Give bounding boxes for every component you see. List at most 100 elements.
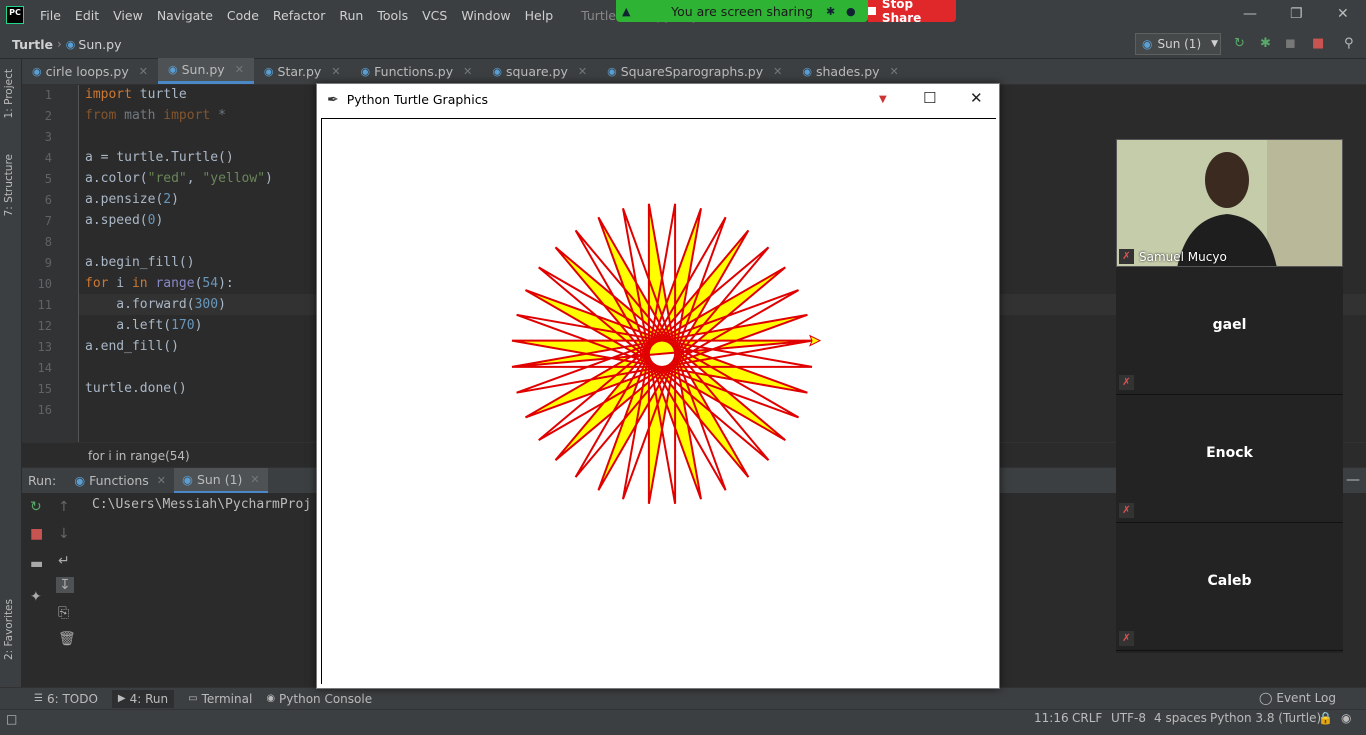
bottom-tool-button[interactable]: ▭ Terminal xyxy=(188,690,252,708)
bottom-tool-button[interactable]: ▶ 4: Run xyxy=(111,689,175,708)
participant-name: gael xyxy=(1212,317,1247,333)
maximize-button[interactable]: ☐ xyxy=(923,89,936,107)
close-tab-icon[interactable]: ✕ xyxy=(773,65,782,78)
rerun-icon[interactable]: ↻ xyxy=(1234,36,1245,51)
menu-window[interactable]: Window xyxy=(461,8,510,23)
participant-tile[interactable]: Enock ✗ xyxy=(1116,395,1343,523)
editor-tab[interactable]: ◉ SquareSparographs.py ✕ xyxy=(597,58,792,84)
python-interpreter[interactable]: Python 3.8 (Turtle) xyxy=(1210,711,1321,725)
indent-setting[interactable]: 4 spaces xyxy=(1154,711,1207,725)
stop-icon[interactable]: ■ xyxy=(1312,36,1324,51)
bottom-tool-button[interactable]: ◉ Python Console xyxy=(266,690,372,708)
participant-tile[interactable]: Caleb ✗ xyxy=(1116,523,1343,651)
person-silhouette-icon xyxy=(1117,140,1342,266)
stop-share-button[interactable]: Stop Share xyxy=(868,0,956,25)
breadcrumb-context[interactable]: for i in range(54) xyxy=(88,449,190,463)
code-line[interactable]: for i in range(54): xyxy=(85,276,234,291)
minimize-button[interactable]: — xyxy=(1243,6,1257,22)
code-line[interactable]: a.color("red", "yellow") xyxy=(85,171,273,186)
menu-run[interactable]: Run xyxy=(339,8,363,23)
participant-tile[interactable]: gael ✗ xyxy=(1116,267,1343,395)
breadcrumb-file[interactable]: Sun.py xyxy=(78,37,121,52)
search-icon[interactable]: ⚲ xyxy=(1344,36,1354,51)
editor-tab[interactable]: ◉ square.py ✕ xyxy=(482,58,597,84)
trash-icon[interactable]: 🗑 xyxy=(58,631,76,647)
code-line[interactable]: a.end_fill() xyxy=(85,339,179,354)
close-button[interactable]: ✕ xyxy=(970,89,983,107)
code-line[interactable]: a.pensize(2) xyxy=(85,192,179,207)
minimize-panel-icon[interactable]: — xyxy=(1346,472,1360,488)
close-tab-icon[interactable]: ✕ xyxy=(157,474,166,487)
menu-help[interactable]: Help xyxy=(525,8,554,23)
debug-icon[interactable]: ✱ xyxy=(1260,36,1271,51)
restore-button[interactable]: ❐ xyxy=(1290,6,1303,22)
editor-tab[interactable]: ◉ cirle loops.py ✕ xyxy=(22,58,158,84)
lock-icon[interactable]: 🔒 xyxy=(1318,711,1333,725)
stop-icon[interactable]: ■ xyxy=(30,526,43,542)
rerun-icon[interactable]: ↻ xyxy=(30,499,42,515)
editor-tab[interactable]: ◉ Functions.py ✕ xyxy=(351,58,483,84)
menu-tools[interactable]: Tools xyxy=(377,8,408,23)
event-log-button[interactable]: ◯ Event Log xyxy=(1259,691,1336,705)
line-number: 16 xyxy=(37,403,52,417)
shield-icon[interactable]: ● xyxy=(846,5,856,18)
tool-window-toggle-icon[interactable]: □ xyxy=(6,712,17,726)
console-output[interactable]: C:\Users\Messiah\PycharmProj xyxy=(92,497,311,512)
pycharm-logo-icon: PC xyxy=(6,6,24,24)
close-tab-icon[interactable]: ✕ xyxy=(139,65,148,78)
file-encoding[interactable]: UTF-8 xyxy=(1111,711,1146,725)
turtle-canvas[interactable] xyxy=(321,118,996,684)
run-tab[interactable]: ◉ Functions ✕ xyxy=(66,468,174,494)
close-tab-icon[interactable]: ✕ xyxy=(250,473,259,486)
layout-icon[interactable]: ▬ xyxy=(30,556,43,572)
turtle-title-bar[interactable]: ✒ Python Turtle Graphics xyxy=(317,84,999,115)
menu-view[interactable]: View xyxy=(113,8,143,23)
muted-mic-icon: ✗ xyxy=(1119,375,1134,390)
close-tab-icon[interactable]: ✕ xyxy=(890,65,899,78)
tool-project[interactable]: 1: Project xyxy=(3,69,15,118)
tool-favorites[interactable]: 2: Favorites xyxy=(3,599,15,660)
arrow-down-icon[interactable]: ↓ xyxy=(58,526,70,542)
menu-vcs[interactable]: VCS xyxy=(422,8,447,23)
bottom-tool-button[interactable]: ☰ 6: TODO xyxy=(34,690,98,708)
code-line[interactable]: a.left(170) xyxy=(85,318,202,333)
line-separator[interactable]: CRLF xyxy=(1072,711,1102,725)
code-line[interactable]: import turtle xyxy=(85,87,187,102)
arrow-up-icon[interactable]: ↑ xyxy=(58,499,70,515)
menu-down-icon[interactable]: ▼ xyxy=(879,94,887,105)
close-button[interactable]: ✕ xyxy=(1337,6,1349,22)
menu-edit[interactable]: Edit xyxy=(75,8,99,23)
menu-file[interactable]: File xyxy=(40,8,61,23)
coverage-icon[interactable]: ◼ xyxy=(1285,36,1296,51)
run-tab[interactable]: ◉ Sun (1) ✕ xyxy=(174,467,268,494)
code-line[interactable]: a.forward(300) xyxy=(85,297,226,312)
code-line[interactable]: a = turtle.Turtle() xyxy=(85,150,234,165)
mute-icon[interactable]: ✱ xyxy=(826,5,835,18)
scroll-end-icon[interactable]: ↧ xyxy=(56,577,74,593)
menu-navigate[interactable]: Navigate xyxy=(157,8,213,23)
editor-tab[interactable]: ◉ shades.py ✕ xyxy=(792,58,908,84)
code-line[interactable]: a.begin_fill() xyxy=(85,255,195,270)
participant-tile[interactable]: ✗ Samuel Mucyo xyxy=(1116,139,1343,267)
tool-structure[interactable]: 7: Structure xyxy=(3,154,15,216)
menu-code[interactable]: Code xyxy=(227,8,259,23)
bottom-tool-label: 6: TODO xyxy=(46,691,98,706)
breadcrumb-project[interactable]: Turtle xyxy=(12,37,53,52)
code-line[interactable]: a.speed(0) xyxy=(85,213,163,228)
editor-tab[interactable]: ◉ Sun.py ✕ xyxy=(157,58,254,84)
run-config-select[interactable]: ◉ Sun (1) ▼ xyxy=(1135,33,1221,55)
caret-position[interactable]: 11:16 xyxy=(1034,711,1069,725)
editor-tab-label: cirle loops.py xyxy=(45,63,129,79)
code-line[interactable]: turtle.done() xyxy=(85,381,187,396)
close-tab-icon[interactable]: ✕ xyxy=(331,65,340,78)
pin-icon[interactable]: ✦ xyxy=(30,589,42,605)
code-line[interactable]: from math import * xyxy=(85,108,226,123)
close-tab-icon[interactable]: ✕ xyxy=(463,65,472,78)
close-tab-icon[interactable]: ✕ xyxy=(578,65,587,78)
close-tab-icon[interactable]: ✕ xyxy=(235,63,244,76)
menu-refactor[interactable]: Refactor xyxy=(273,8,325,23)
editor-tab[interactable]: ◉ Star.py ✕ xyxy=(254,58,351,84)
soft-wrap-icon[interactable]: ↵ xyxy=(58,553,70,569)
print-icon[interactable]: ⎘ xyxy=(58,605,69,621)
inspector-icon[interactable]: ◉ xyxy=(1341,711,1351,725)
